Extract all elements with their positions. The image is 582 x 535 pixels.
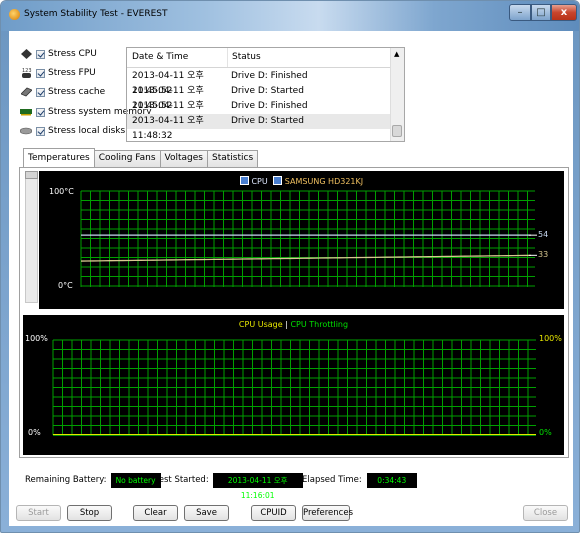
log-row[interactable]: 2013-04-11 오후 11:48:32 Drive D: Started xyxy=(127,114,392,141)
memory-icon xyxy=(20,106,32,118)
stress-cpu-checkbox[interactable] xyxy=(36,49,45,59)
log-row[interactable]: 2013-04-11 오후 11:48:32 Drive D: Finished xyxy=(127,99,392,126)
log-scrollbar[interactable]: ▲ xyxy=(390,48,404,141)
log-datetime: 2013-04-11 오후 11:48:32 xyxy=(132,101,204,126)
battery-label: Remaining Battery: xyxy=(25,475,107,485)
app-window: System Stability Test - EVEREST – □ x St… xyxy=(0,0,580,533)
scroll-thumb[interactable] xyxy=(392,125,402,137)
stress-cache-label: Stress cache xyxy=(48,87,106,97)
stress-disks-checkbox[interactable] xyxy=(36,126,45,136)
temperature-plot xyxy=(80,190,537,287)
log-status: Drive D: Finished xyxy=(231,101,308,111)
stress-memory-checkbox[interactable] xyxy=(36,107,45,117)
disk-temperature-line xyxy=(80,254,532,262)
elapsed-label: Elapsed Time: xyxy=(302,475,362,485)
stress-cache-option[interactable]: Stress cache xyxy=(20,85,105,99)
cpu-icon xyxy=(20,48,32,60)
tab-temperatures[interactable]: Temperatures xyxy=(23,148,95,167)
minimize-button[interactable]: – xyxy=(509,4,531,21)
usage-axis-bottom-right: 0% xyxy=(539,428,552,437)
event-log-list[interactable]: Date & Time Status 2013-04-11 오후 11:45:5… xyxy=(126,47,405,142)
stop-button[interactable]: Stop xyxy=(67,505,112,521)
stress-fpu-checkbox[interactable] xyxy=(36,68,45,78)
usage-axis-top-right: 100% xyxy=(539,334,562,343)
log-row[interactable]: 2013-04-11 오후 11:45:52 Drive D: Started xyxy=(127,84,392,111)
temperature-graph: CPU SAMSUNG HD321KJ 100°C 0°C 54 33 xyxy=(39,171,564,309)
stress-disks-label: Stress local disks xyxy=(48,126,126,136)
cpu-usage-graph: CPU Usage | CPU Throttling 100% 0% 100% … xyxy=(23,315,564,455)
stress-cpu-option[interactable]: Stress CPU xyxy=(20,47,97,61)
datetime-column-header[interactable]: Date & Time xyxy=(127,48,228,67)
scroll-up-arrow-icon[interactable]: ▲ xyxy=(394,50,399,58)
log-status: Drive D: Started xyxy=(231,116,304,126)
tab-cooling-fans[interactable]: Cooling Fans xyxy=(93,150,161,167)
stress-fpu-option[interactable]: 123 Stress FPU xyxy=(20,66,96,80)
log-datetime: 2013-04-11 오후 11:48:32 xyxy=(132,116,204,141)
cpuid-button[interactable]: CPUID xyxy=(251,505,296,521)
battery-status: Remaining Battery: No battery xyxy=(25,472,161,488)
tab-statistics[interactable]: Statistics xyxy=(207,150,259,167)
title-bar[interactable]: System Stability Test - EVEREST – □ x xyxy=(1,1,579,31)
battery-value: No battery xyxy=(110,472,161,488)
log-row[interactable]: 2013-04-11 오후 11:45:52 Drive D: Finished xyxy=(127,69,392,96)
clear-button[interactable]: Clear xyxy=(133,505,178,521)
status-column-header[interactable]: Status xyxy=(228,48,261,67)
graph-scrollbar[interactable] xyxy=(25,171,38,303)
tab-voltages[interactable]: Voltages xyxy=(159,150,208,167)
disk-temp-value: 33 xyxy=(538,250,549,259)
close-button[interactable]: Close xyxy=(523,505,568,521)
start-button[interactable]: Start xyxy=(16,505,61,521)
test-started-status: Test Started: 2013-04-11 오후 11:16:01 xyxy=(155,472,303,500)
test-started-label: Test Started: xyxy=(155,475,209,485)
log-datetime: 2013-04-11 오후 11:45:52 xyxy=(132,86,204,111)
maximize-button[interactable]: □ xyxy=(531,4,551,21)
cpu-temp-value: 54 xyxy=(538,230,549,239)
disk-icon xyxy=(20,125,32,137)
usage-plot xyxy=(52,339,536,436)
log-header: Date & Time Status xyxy=(127,48,392,68)
app-icon xyxy=(9,9,20,20)
window-title: System Stability Test - EVEREST xyxy=(24,9,168,19)
graph-tabs: Temperatures Cooling Fans Voltages Stati… xyxy=(23,148,259,167)
stress-cpu-label: Stress CPU xyxy=(48,49,97,59)
cache-icon xyxy=(20,86,32,98)
elapsed-value: 0:34:43 xyxy=(366,472,417,488)
log-datetime: 2013-04-11 오후 11:45:52 xyxy=(132,71,204,96)
log-status: Drive D: Started xyxy=(231,86,304,96)
stress-disks-option[interactable]: Stress local disks xyxy=(20,124,125,138)
close-window-button[interactable]: x xyxy=(551,4,577,21)
stress-fpu-label: Stress FPU xyxy=(48,68,96,78)
preferences-button[interactable]: Preferences xyxy=(302,505,353,521)
elapsed-time-status: Elapsed Time: 0:34:43 xyxy=(302,472,417,488)
save-button[interactable]: Save xyxy=(184,505,229,521)
graph-scroll-thumb[interactable] xyxy=(25,171,38,179)
client-area: Stress CPU 123 Stress FPU Stress cache S… xyxy=(9,31,573,526)
test-started-value: 2013-04-11 오후 11:16:01 xyxy=(212,472,303,500)
stress-cache-checkbox[interactable] xyxy=(36,87,45,97)
log-status: Drive D: Finished xyxy=(231,71,308,81)
fpu-icon: 123 xyxy=(20,67,32,79)
